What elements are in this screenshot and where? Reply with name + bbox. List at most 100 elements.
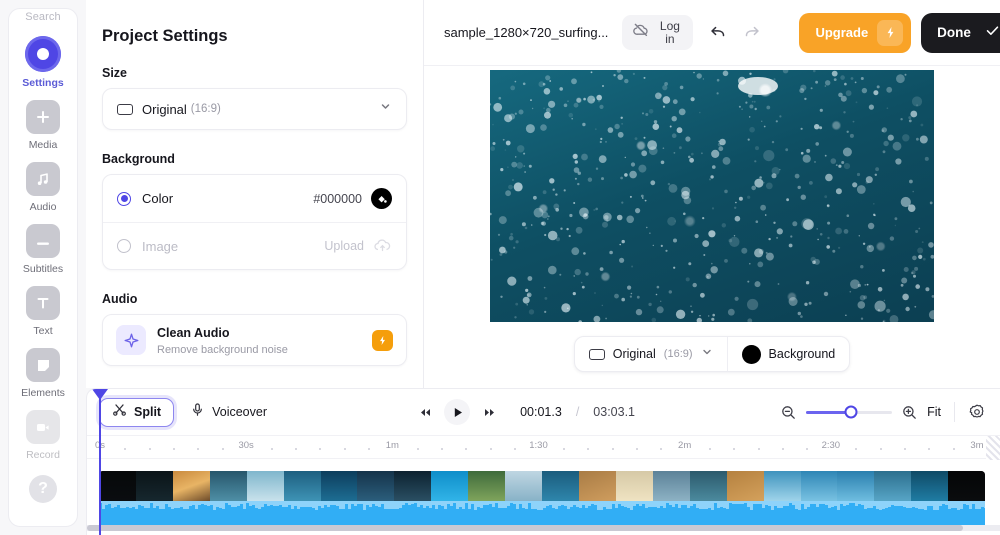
preview-background-button[interactable]: Background — [728, 337, 850, 371]
undo-arrow-icon[interactable] — [707, 22, 729, 44]
page-title: Project Settings — [102, 27, 228, 45]
ruler-tick: 30s — [238, 440, 254, 451]
bolt-icon — [877, 19, 904, 46]
rewind-button[interactable] — [412, 399, 438, 425]
background-swatch-circle — [741, 344, 761, 364]
timeline-toolbar: Split Voiceover 00:01.3 / 03:03.1 Fit — [87, 389, 1000, 435]
timeline-scrollbar-thumb[interactable] — [87, 525, 964, 531]
sidebar-item-label: Audio — [29, 201, 57, 213]
filmstrip-frame — [468, 471, 506, 501]
time-separator: / — [575, 405, 580, 419]
ruler-minor-tick — [465, 448, 468, 450]
login-button[interactable]: Log in — [622, 14, 694, 51]
sidebar-item-label: Elements — [21, 387, 65, 399]
help-icon[interactable]: ? — [29, 475, 57, 503]
timeline-ruler[interactable]: 0s30s1m1:302m2:303m — [87, 435, 1000, 460]
ruler-minor-tick — [489, 448, 492, 450]
video-clip[interactable] — [99, 471, 985, 531]
aspect-rect-icon — [588, 348, 605, 360]
filmstrip-frame — [394, 471, 432, 501]
playhead[interactable] — [92, 389, 108, 535]
size-value: Original — [142, 101, 187, 117]
cloud-off-icon — [632, 21, 650, 44]
ruler-minor-tick — [635, 448, 638, 450]
ruler-tick: 3m — [970, 440, 984, 451]
filmstrip-frame — [726, 471, 764, 501]
voiceover-label: Voiceover — [212, 405, 267, 419]
ruler-minor-tick — [806, 448, 809, 450]
color-swatch-button[interactable] — [371, 188, 392, 209]
sidebar-item-label: Subtitles — [22, 263, 64, 275]
video-editor-app: Search Settings Media Audio Subtitles Te… — [0, 0, 1000, 535]
voiceover-button[interactable]: Voiceover — [190, 402, 267, 422]
filmstrip-frame — [320, 471, 358, 501]
preview-size-dropdown[interactable]: Original (16:9) — [575, 337, 727, 371]
radio-color[interactable] — [117, 191, 131, 206]
ruler-minor-tick — [441, 448, 444, 450]
ruler-minor-tick — [611, 448, 614, 450]
done-button[interactable]: Done — [921, 12, 1000, 53]
filmstrip-frame — [837, 471, 875, 501]
filmstrip-frame — [283, 471, 321, 501]
current-time: 00:01.3 — [520, 405, 562, 419]
radio-image[interactable] — [117, 239, 131, 253]
pro-bolt-badge-icon — [372, 329, 393, 351]
zoom-out-icon[interactable] — [780, 404, 797, 421]
project-filename[interactable]: sample_1280×720_surfing... — [444, 25, 608, 40]
microphone-icon — [190, 402, 205, 422]
sparkle-icon — [116, 325, 146, 355]
filmstrip-frame — [578, 471, 616, 501]
subtitles-icon — [26, 224, 60, 258]
play-button[interactable] — [444, 399, 471, 425]
zoom-in-icon[interactable] — [901, 404, 918, 421]
zoom-controls: Fit — [780, 402, 986, 422]
filmstrip-frame — [763, 471, 801, 501]
ruler-minor-tick — [757, 448, 760, 450]
fit-button[interactable]: Fit — [927, 405, 941, 419]
size-section-label: Size — [102, 66, 128, 80]
sidebar-item-audio[interactable]: Audio — [11, 162, 75, 213]
upload-cloud-icon[interactable] — [373, 237, 392, 256]
sidebar-item-elements[interactable]: Elements — [11, 348, 75, 399]
zoom-slider[interactable] — [806, 405, 893, 419]
sidebar-item-record[interactable]: Record — [11, 410, 75, 461]
sidebar-item-label: Record — [26, 449, 60, 461]
ruler-tick: 1:30 — [529, 440, 548, 451]
clean-audio-card[interactable]: Clean Audio Remove background noise — [102, 314, 407, 366]
filmstrip-frame — [911, 471, 949, 501]
ruler-minor-tick — [124, 448, 127, 450]
ruler-minor-tick — [270, 448, 273, 450]
zoom-slider-handle[interactable] — [844, 405, 858, 419]
ruler-minor-tick — [294, 448, 297, 450]
video-preview[interactable] — [490, 70, 934, 322]
waveform-peak — [984, 501, 985, 508]
split-label: Split — [134, 405, 162, 419]
timeline-scrollbar[interactable] — [87, 525, 1000, 531]
split-button[interactable]: Split — [99, 397, 175, 427]
preview-size-value: Original — [612, 347, 656, 361]
sidebar-item-settings[interactable]: Settings — [11, 36, 75, 89]
upgrade-button[interactable]: Upgrade — [799, 12, 912, 53]
audio-section-label: Audio — [102, 292, 138, 306]
filmstrip-frame — [172, 471, 210, 501]
fast-forward-button[interactable] — [476, 399, 502, 425]
background-color-row[interactable]: Color #000000 — [103, 175, 406, 222]
aspect-rect-icon — [117, 103, 133, 115]
sidebar-item-media[interactable]: Media — [11, 100, 75, 151]
size-card: Original (16:9) — [102, 88, 407, 130]
upgrade-label: Upgrade — [815, 25, 869, 40]
sidebar-item-text[interactable]: Text — [11, 286, 75, 337]
transport-controls: 00:01.3 / 03:03.1 — [412, 399, 635, 425]
filmstrip-frame — [135, 471, 173, 501]
size-dropdown[interactable]: Original (16:9) — [103, 89, 406, 129]
gear-icon[interactable] — [968, 403, 986, 421]
filmstrip-frame — [689, 471, 727, 501]
filmstrip-thumbnails — [99, 471, 985, 501]
sidebar-item-subtitles[interactable]: Subtitles — [11, 224, 75, 275]
filmstrip-frame — [652, 471, 690, 501]
shapes-icon — [26, 348, 60, 382]
background-image-row[interactable]: Image Upload — [103, 222, 406, 269]
redo-arrow-icon[interactable] — [741, 22, 763, 44]
ruler-end-hatch — [986, 436, 1000, 460]
ruler-minor-tick — [319, 448, 322, 450]
